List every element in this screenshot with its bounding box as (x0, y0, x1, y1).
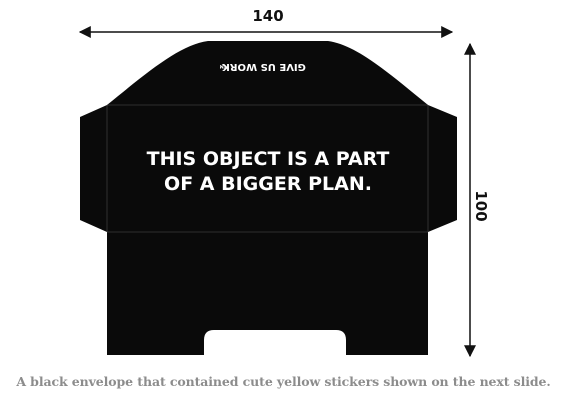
flap-logo-mark: TM (220, 64, 227, 69)
width-label: 140 (252, 7, 283, 25)
figure-caption: A black envelope that contained cute yel… (16, 374, 551, 389)
slogan-line-2: OF A BIGGER PLAN. (164, 173, 372, 195)
envelope-shape (80, 41, 457, 355)
width-dimension: 140 (78, 7, 454, 38)
envelope-diagram: 140 100 GIVE US WORK TM THIS OBJECT IS A… (78, 7, 490, 358)
height-dimension: 100 (464, 42, 490, 358)
height-label: 100 (472, 190, 490, 221)
envelope: GIVE US WORK TM THIS OBJECT IS A PART OF… (80, 41, 457, 355)
slogan-line-1: THIS OBJECT IS A PART (147, 148, 390, 170)
flap-text: GIVE US WORK (221, 61, 306, 72)
